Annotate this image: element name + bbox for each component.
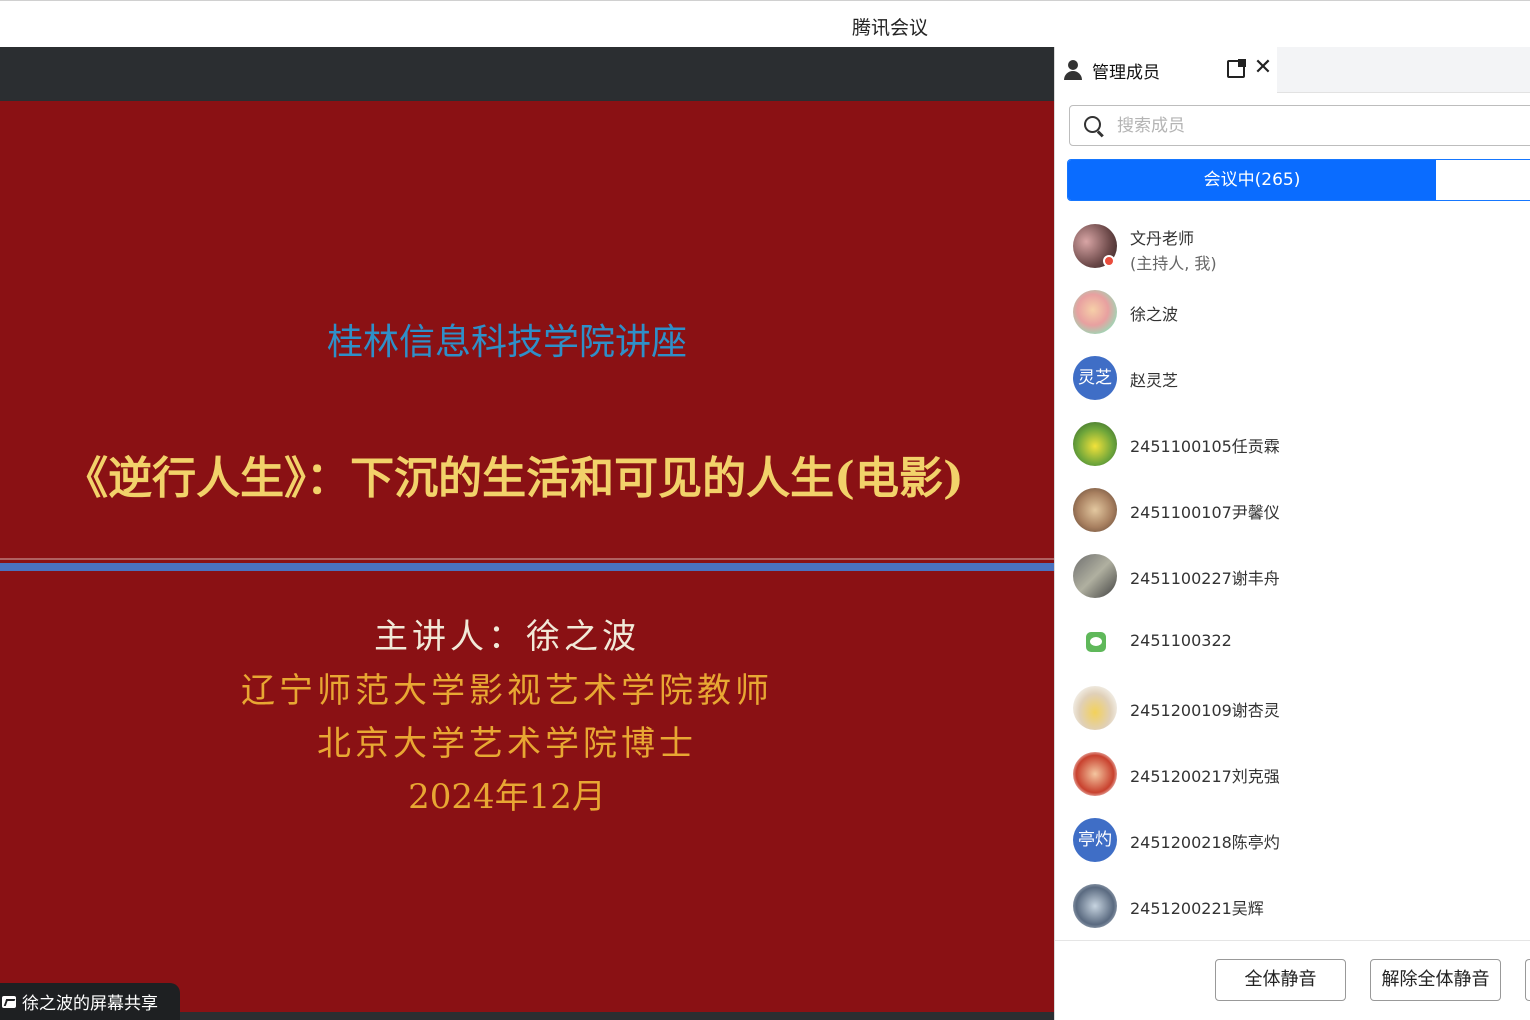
host-badge-icon [1103,255,1115,267]
slide-org1: 辽宁师范大学影视艺术学院教师 [241,671,773,711]
member-name: 徐之波 [1130,305,1179,324]
screen-share-badge[interactable]: 徐之波的屏幕共享 [0,983,180,1020]
member-role: (主持人, 我) [1130,254,1217,273]
list-item[interactable]: 文丹老师 (主持人, 我) [1055,213,1530,279]
member-name: 2451200221吴辉 [1130,899,1264,918]
title-bar: 腾讯会议 [0,0,1530,47]
avatar [1073,620,1117,664]
presentation-slide: 桂林信息科技学院讲座 《逆行人生》：下沉的生活和可见的人生(电影) 主讲人：徐之… [0,101,1054,1012]
tab-manage-members[interactable]: 管理成员 ✕ [1055,47,1277,93]
list-item[interactable]: 2451100227谢丰舟 [1055,543,1530,609]
member-name: 2451200218陈亭灼 [1130,833,1280,852]
avatar [1073,884,1117,928]
member-name: 文丹老师 [1130,229,1195,248]
list-item[interactable]: 徐之波 [1055,279,1530,345]
more-button[interactable] [1525,959,1530,1001]
close-icon[interactable]: ✕ [1252,57,1274,79]
member-panel: 管理成员 ✕ 会议中(265) 文丹老师 (主持人, 我) 徐之波 灵芝 赵灵芝… [1054,47,1530,1020]
person-icon [1063,60,1085,80]
member-search[interactable] [1069,105,1530,146]
member-list: 文丹老师 (主持人, 我) 徐之波 灵芝 赵灵芝 2451100105任贡霖 2… [1055,213,1530,939]
list-item[interactable]: 2451100322 [1055,609,1530,675]
unmute-all-button[interactable]: 解除全体静音 [1370,959,1501,1001]
wechat-icon [1086,632,1106,652]
slide-divider-thin [0,558,1054,560]
avatar [1073,686,1117,730]
avatar [1073,290,1117,334]
member-name: 2451100322 [1130,631,1232,650]
list-item[interactable]: 2451200109谢杏灵 [1055,675,1530,741]
avatar [1073,488,1117,532]
slide-date: 2024年12月 [408,777,606,817]
member-name: 2451100107尹馨仪 [1130,503,1280,522]
member-name: 2451200109谢杏灵 [1130,701,1280,720]
screen-share-icon [2,995,16,1008]
slide-divider-thick [0,563,1054,571]
member-panel-footer: 全体静音 解除全体静音 [1055,940,1530,1020]
member-name: 2451200217刘克强 [1130,767,1280,786]
member-segment-control: 会议中(265) [1067,159,1530,201]
avatar: 灵芝 [1073,356,1117,400]
list-item[interactable]: 2451200217刘克强 [1055,741,1530,807]
avatar: 亭灼 [1073,818,1117,862]
list-item[interactable]: 灵芝 赵灵芝 [1055,345,1530,411]
screen-share-label: 徐之波的屏幕共享 [22,994,158,1014]
slide-subtitle: 桂林信息科技学院讲座 [326,322,687,363]
list-item[interactable]: 2451100107尹馨仪 [1055,477,1530,543]
tab-bar-empty [1277,47,1530,93]
segment-in-meeting[interactable]: 会议中(265) [1068,160,1436,200]
search-input[interactable] [1117,114,1517,138]
avatar [1073,752,1117,796]
tab-label: 管理成员 [1092,63,1160,83]
list-item[interactable]: 亭灼 2451200218陈亭灼 [1055,807,1530,873]
search-icon [1084,116,1104,138]
mute-all-button[interactable]: 全体静音 [1215,959,1346,1001]
member-name: 2451100105任贡霖 [1130,437,1280,456]
slide-speaker: 主讲人：徐之波 [374,617,640,657]
avatar [1073,554,1117,598]
list-item[interactable]: 2451100105任贡霖 [1055,411,1530,477]
popout-icon[interactable] [1227,59,1246,78]
avatar [1073,422,1117,466]
slide-org2: 北京大学艺术学院博士 [317,724,697,764]
slide-title: 《逆行人生》：下沉的生活和可见的人生(电影) [64,453,964,504]
member-name: 赵灵芝 [1130,371,1179,390]
member-name: 2451100227谢丰舟 [1130,569,1280,588]
window-title: 腾讯会议 [851,17,928,39]
list-item[interactable]: 2451200221吴辉 [1055,873,1530,939]
shared-screen-area: 桂林信息科技学院讲座 《逆行人生》：下沉的生活和可见的人生(电影) 主讲人：徐之… [0,47,1054,1020]
